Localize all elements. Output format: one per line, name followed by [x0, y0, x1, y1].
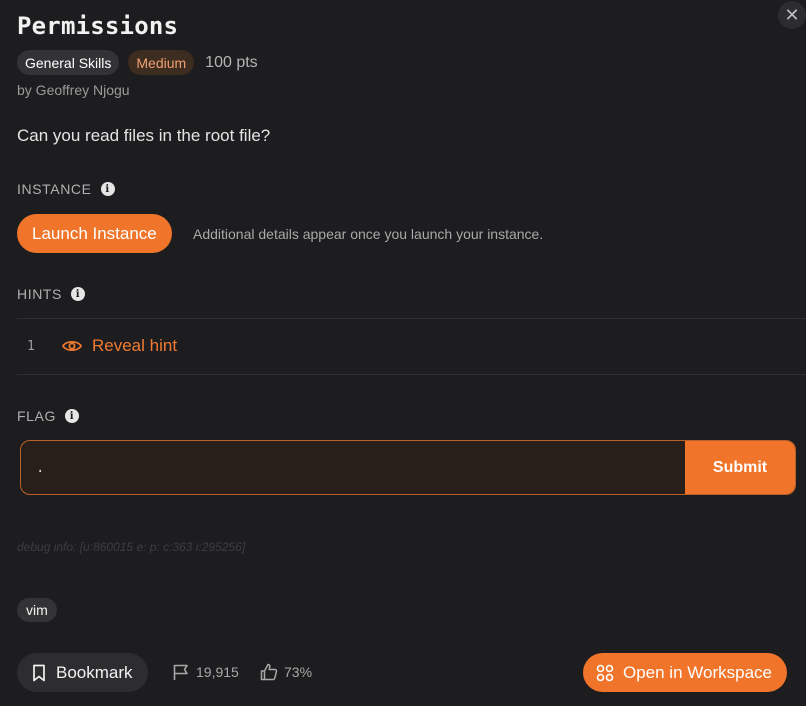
challenge-description: Can you read files in the root file?	[17, 126, 271, 145]
open-workspace-button[interactable]: Open in Workspace	[583, 653, 787, 692]
author-line: by Geoffrey Njogu	[17, 82, 130, 98]
divider	[17, 318, 806, 319]
category-badge: General Skills	[17, 50, 120, 75]
instance-section-label: INSTANCE i	[17, 181, 115, 197]
hints-section-label: HINTS i	[17, 286, 85, 302]
flag-section-label: FLAG i	[17, 408, 79, 424]
tag-chip[interactable]: vim	[17, 598, 57, 622]
close-button[interactable]: ✕	[778, 1, 806, 29]
challenge-title: Permissions	[17, 12, 179, 40]
instance-label: INSTANCE	[17, 181, 92, 197]
debug-info: debug info: [u:860015 e: p: c:363 i:2952…	[17, 540, 246, 554]
thumbs-up-icon	[260, 663, 278, 681]
divider	[17, 374, 806, 375]
challenge-meta: General Skills Medium 100 pts	[17, 50, 258, 75]
workspace-grid-icon	[596, 664, 614, 681]
reveal-hint-button[interactable]: Reveal hint	[62, 336, 177, 356]
solves-stat: 19,915	[172, 663, 239, 681]
open-workspace-label: Open in Workspace	[623, 662, 772, 682]
info-icon[interactable]: i	[64, 409, 79, 423]
flag-label: FLAG	[17, 408, 56, 424]
reveal-hint-label: Reveal hint	[92, 336, 178, 355]
launch-instance-button[interactable]: Launch Instance	[17, 214, 172, 253]
likes-stat: 73%	[260, 663, 312, 681]
likes-percent: 73%	[284, 664, 313, 680]
points-value: 100 pts	[205, 53, 258, 71]
difficulty-badge: Medium	[128, 50, 195, 75]
flag-input[interactable]	[21, 441, 685, 494]
solves-count: 19,915	[196, 664, 239, 680]
info-icon[interactable]: i	[100, 182, 115, 196]
info-icon[interactable]: i	[71, 287, 85, 301]
flag-form: Submit	[20, 440, 796, 495]
instance-note: Additional details appear once you launc…	[193, 226, 544, 242]
bookmark-icon	[33, 664, 45, 681]
bookmark-button[interactable]: Bookmark	[17, 653, 148, 692]
eye-icon	[62, 340, 82, 352]
flag-icon	[173, 664, 188, 680]
submit-button[interactable]: Submit	[685, 441, 795, 494]
close-icon: ✕	[784, 4, 800, 25]
bookmark-label: Bookmark	[56, 662, 133, 682]
hints-label: HINTS	[17, 286, 62, 302]
hint-number: 1	[27, 339, 35, 354]
